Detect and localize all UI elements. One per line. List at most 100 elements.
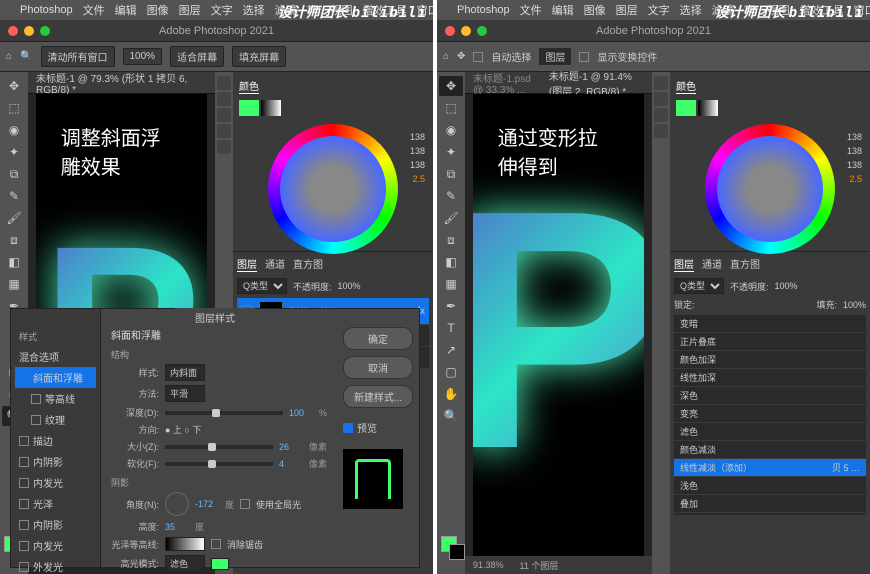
- direction-radio[interactable]: ● 上 ○ 下: [165, 423, 201, 436]
- brush-tool[interactable]: 🖌: [439, 208, 463, 228]
- menu-item[interactable]: 文件: [520, 2, 542, 18]
- panel-icon[interactable]: [654, 92, 668, 106]
- fit-screen-button[interactable]: 适合屏幕: [170, 46, 224, 67]
- blend-mode-option[interactable]: 线性加深: [674, 369, 866, 386]
- histogram-tab[interactable]: 直方图: [293, 256, 323, 272]
- blend-mode-option[interactable]: 叠加: [674, 495, 866, 512]
- minimize-icon[interactable]: [461, 26, 471, 36]
- menu-item[interactable]: 选择: [680, 2, 702, 18]
- gradient-tool[interactable]: ▦: [2, 274, 26, 294]
- channels-tab[interactable]: 通道: [265, 256, 285, 272]
- inner-shadow[interactable]: 内阴影: [15, 451, 96, 472]
- document-tab[interactable]: 未标题-1 @ 79.3% (形状 1 拷贝 6, RGB/8) *: [28, 72, 215, 94]
- menu-item[interactable]: 文字: [648, 2, 670, 18]
- panel-icon[interactable]: [217, 108, 231, 122]
- blend-mode-option[interactable]: 正片叠底: [674, 333, 866, 350]
- texture[interactable]: 纹理: [15, 409, 96, 430]
- transform-controls-check[interactable]: [579, 52, 589, 62]
- menu-item[interactable]: Photoshop: [457, 4, 510, 16]
- home-icon[interactable]: ⌂: [6, 51, 12, 62]
- auto-select-type[interactable]: 图层: [539, 48, 571, 65]
- move-tool[interactable]: ✥: [439, 76, 463, 96]
- eraser-tool[interactable]: ◧: [439, 252, 463, 272]
- angle-dial[interactable]: [165, 492, 189, 516]
- blend-mode-select[interactable]: Q类型: [674, 278, 724, 294]
- panel-icon[interactable]: [217, 76, 231, 90]
- highlight-color[interactable]: [211, 558, 229, 570]
- marquee-tool[interactable]: ⬚: [439, 98, 463, 118]
- menu-item[interactable]: 编辑: [552, 2, 574, 18]
- menu-item[interactable]: 图像: [147, 2, 169, 18]
- blend-mode-option[interactable]: 颜色加深: [674, 351, 866, 368]
- eraser-tool[interactable]: ◧: [2, 252, 26, 272]
- home-icon[interactable]: ⌂: [443, 51, 449, 62]
- menu-item[interactable]: 编辑: [115, 2, 137, 18]
- cancel-button[interactable]: 取消: [343, 356, 413, 379]
- move-tool[interactable]: ✥: [2, 76, 26, 96]
- blend-mode-select[interactable]: Q类型: [237, 278, 287, 294]
- type-tool[interactable]: T: [439, 318, 463, 338]
- panel-icon[interactable]: [654, 76, 668, 90]
- background-color[interactable]: [449, 544, 465, 560]
- blend-mode-option[interactable]: 线性减淡（添加）贝 5 …: [674, 459, 866, 476]
- inner-shadow[interactable]: 内阴影: [15, 514, 96, 535]
- stamp-tool[interactable]: ⧈: [2, 230, 26, 250]
- contour-picker[interactable]: [165, 537, 205, 551]
- close-icon[interactable]: [8, 26, 18, 36]
- eyedropper-tool[interactable]: ✎: [439, 186, 463, 206]
- layers-tab[interactable]: 图层: [674, 256, 694, 272]
- panel-icon[interactable]: [217, 140, 231, 154]
- zoom-level[interactable]: 91.38%: [473, 560, 504, 570]
- channels-tab[interactable]: 通道: [702, 256, 722, 272]
- menu-item[interactable]: Photoshop: [20, 4, 73, 16]
- gradient-tool[interactable]: ▦: [439, 274, 463, 294]
- panel-icon[interactable]: [654, 124, 668, 138]
- satin[interactable]: 光泽: [15, 493, 96, 514]
- color-wheel[interactable]: [705, 124, 835, 254]
- zoom-tool[interactable]: 🔍: [439, 406, 463, 426]
- stroke[interactable]: 描边: [15, 430, 96, 451]
- wand-tool[interactable]: ✦: [439, 142, 463, 162]
- soften-slider[interactable]: [165, 462, 273, 466]
- blend-mode-option[interactable]: 浅色: [674, 477, 866, 494]
- stamp-tool[interactable]: ⧈: [439, 230, 463, 250]
- zoom-100-button[interactable]: 100%: [123, 48, 163, 65]
- panel-icon[interactable]: [217, 124, 231, 138]
- marquee-tool[interactable]: ⬚: [2, 98, 26, 118]
- fill-screen-button[interactable]: 填充屏幕: [232, 46, 286, 67]
- panel-icon[interactable]: [217, 92, 231, 106]
- crop-tool[interactable]: ⧉: [2, 164, 26, 184]
- menu-item[interactable]: 文字: [211, 2, 233, 18]
- swatch[interactable]: [261, 100, 281, 116]
- eyedropper-tool[interactable]: ✎: [2, 186, 26, 206]
- ok-button[interactable]: 确定: [343, 327, 413, 350]
- menu-item[interactable]: 图层: [179, 2, 201, 18]
- shape-tool[interactable]: ▢: [439, 362, 463, 382]
- menu-item[interactable]: 图像: [584, 2, 606, 18]
- blend-mode-option[interactable]: 柔光: [674, 513, 866, 515]
- blend-mode-option[interactable]: 深色: [674, 387, 866, 404]
- maximize-icon[interactable]: [40, 26, 50, 36]
- color-swatches[interactable]: [437, 534, 465, 570]
- color-wheel[interactable]: [268, 124, 398, 254]
- inner-glow[interactable]: 内发光: [15, 535, 96, 556]
- pen-tool[interactable]: ✒: [439, 296, 463, 316]
- panel-icon[interactable]: [654, 108, 668, 122]
- blend-mode-option[interactable]: 变暗: [674, 315, 866, 332]
- swatch[interactable]: [239, 100, 259, 116]
- highlight-mode[interactable]: 滤色: [165, 555, 205, 572]
- contour[interactable]: 等高线: [15, 388, 96, 409]
- blending-options[interactable]: 混合选项: [15, 346, 96, 367]
- minimize-icon[interactable]: [24, 26, 34, 36]
- path-tool[interactable]: ↗: [439, 340, 463, 360]
- style-select[interactable]: 内斜面: [165, 364, 205, 381]
- layers-tab[interactable]: 图层: [237, 256, 257, 272]
- bevel-emboss[interactable]: 斜面和浮雕: [15, 367, 96, 388]
- lasso-tool[interactable]: ◉: [439, 120, 463, 140]
- blend-mode-option[interactable]: 滤色: [674, 423, 866, 440]
- color-tab[interactable]: 颜色: [239, 78, 259, 94]
- blend-mode-option[interactable]: 变亮: [674, 405, 866, 422]
- auto-select-check[interactable]: [473, 52, 483, 62]
- menu-item[interactable]: 图层: [616, 2, 638, 18]
- swatch[interactable]: [676, 100, 696, 116]
